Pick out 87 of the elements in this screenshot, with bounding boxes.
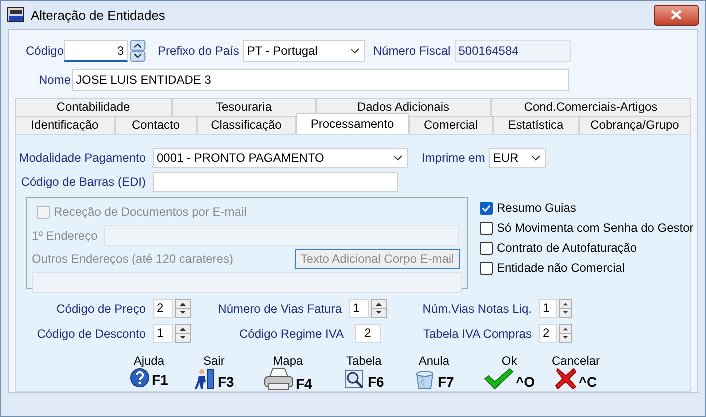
name-field[interactable]: JOSE LUIS ENTIDADE 3 [72,69,569,91]
number-field[interactable]: 2 [153,299,173,318]
button-label: Ajuda [134,354,165,368]
number-field[interactable]: 2 [538,324,557,343]
tab[interactable]: Tesouraria [172,98,316,116]
print-button[interactable]: Mapa F4 [264,354,312,392]
spin-buttons[interactable] [175,299,191,318]
field-label: Código [26,44,64,58]
spin-buttons[interactable] [130,40,146,62]
shortcut-key: F4 [296,376,312,392]
field-label: Prefixo do País [158,44,240,58]
field-label: Imprime em [422,151,486,165]
button-label: Sair [204,354,225,368]
tab[interactable]: Classificação [197,116,296,134]
button-label: Ok [502,354,518,368]
tab[interactable]: Identificação [15,116,115,134]
field-label: Código Regime IVA [238,326,345,340]
help-icon [130,368,150,388]
checkbox-label: Receção de Documentos por E-mail [54,205,247,219]
tab[interactable]: Contabilidade [15,98,172,116]
field-label: Número de Vias Fatura [217,302,343,316]
shortcut-key: F1 [152,372,168,388]
tab[interactable]: Cond.Comerciais-Artigos [491,98,691,116]
spin-buttons[interactable] [558,324,572,343]
code-field[interactable]: 3 [64,40,128,62]
app-icon [7,7,25,23]
payment-dropdown[interactable]: 0001 - PRONTO PAGAMENTO [153,148,408,168]
tab[interactable]: Comercial [409,116,493,134]
lookup-button[interactable]: Tabela F6 [344,354,384,390]
number-field[interactable]: 1 [538,299,557,318]
tab[interactable]: Estatística [493,116,579,134]
chevron-down-icon [530,154,542,162]
field-label: Tabela IVA Compras [422,326,533,340]
exit-button[interactable]: Sair F3 [194,354,234,390]
help-button[interactable]: Ajuda F1 [130,354,168,388]
checkbox-label: Contrato de Autofaturação [497,241,638,255]
figure-door-icon [194,368,216,390]
field-label: Código de Barras (EDI) [20,175,147,189]
field-label: Modalidade Pagamento [18,151,147,165]
field-label: Código de Desconto [36,326,147,340]
checkbox[interactable] [480,202,493,214]
checkbox-label: Entidade não Comercial [497,261,626,275]
field-label: Número Fiscal [373,44,451,58]
currency-dropdown[interactable]: EUR [489,148,546,168]
field-label: 1º Endereço [32,228,98,242]
spin-buttons[interactable] [175,324,191,343]
close-icon [671,10,682,20]
button-label: Mapa [273,354,304,368]
button-label: Anula [418,354,450,368]
window-title: Alteração de Entidades [31,8,166,22]
checkbox[interactable] [480,242,493,254]
shortcut-key: F7 [438,374,454,390]
spin-buttons[interactable] [558,299,572,318]
bin-button[interactable]: Anula F7 [414,354,454,390]
tab[interactable]: Processamento [296,113,409,134]
shortcut-key: F6 [368,374,384,390]
chevron-down-icon [392,154,404,162]
shortcut-key: ^O [516,374,536,390]
country-dropdown[interactable]: PT - Portugal [243,40,366,62]
close-button[interactable] [654,4,699,26]
tax-number-field[interactable]: 500164584 [454,40,571,62]
shortcut-key: ^C [578,374,598,390]
number-field[interactable]: 1 [153,324,173,343]
field-label: Outros Endereços (até 120 carateres) [32,252,234,266]
cancel-button[interactable]: Cancelar ^C [552,354,600,390]
cross-icon [554,368,577,390]
tab[interactable]: Contacto [115,116,197,134]
other-addresses-field[interactable] [32,272,462,293]
chevron-down-icon [349,47,362,55]
tab[interactable]: Cobrança/Grupo [579,116,691,134]
field-label: Código de Preço [56,302,147,316]
field-label: Núm.Vias Notas Liq. [422,302,533,316]
barcode-field[interactable] [153,172,398,192]
field-label: Nome [39,73,72,87]
spin-buttons[interactable] [371,299,387,318]
checkbox-label: Resumo Guias [497,201,576,215]
checkbox[interactable] [480,262,493,274]
button-label: Tabela [346,354,382,368]
number-field[interactable]: 1 [349,299,369,318]
checkbox-label: Só Movimenta com Senha do Gestor [497,221,694,235]
number-field[interactable]: 2 [355,324,381,343]
button-label: Cancelar [552,354,600,368]
shortcut-key: F3 [218,374,234,390]
ok-button[interactable]: Ok ^O [484,354,536,390]
checkmark-icon [484,368,514,390]
tab[interactable]: Dados Adicionais [316,98,491,116]
checkbox[interactable] [480,222,493,234]
